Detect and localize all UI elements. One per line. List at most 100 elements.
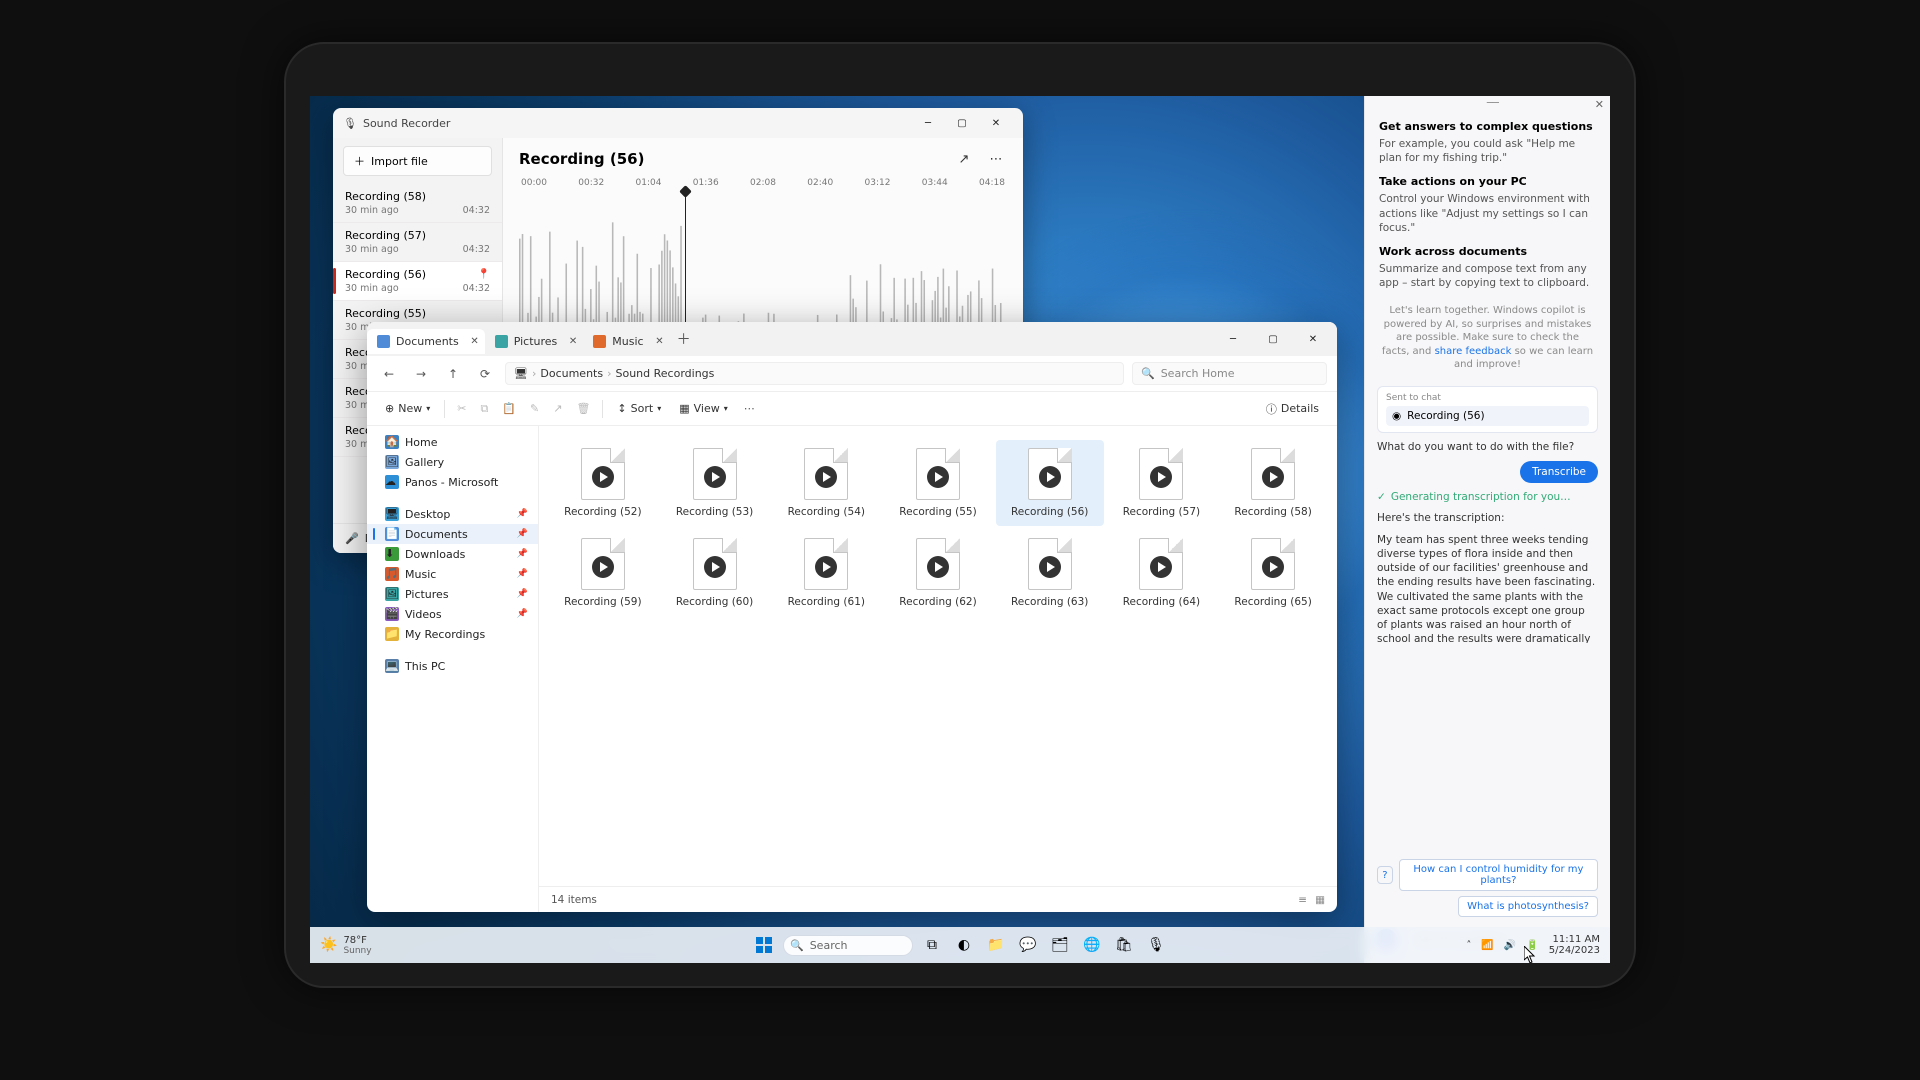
import-file-button[interactable]: ＋ Import file [343, 146, 492, 176]
maximize-button[interactable]: ▢ [945, 110, 979, 136]
clock[interactable]: 11:11 AM 5/24/2023 [1549, 934, 1600, 956]
explorer-tab[interactable]: Pictures✕ [485, 329, 584, 354]
more-button[interactable]: ⋯ [985, 148, 1007, 170]
file-item[interactable]: Recording (58) [1219, 440, 1327, 526]
file-item[interactable]: Recording (64) [1108, 530, 1216, 616]
explorer-minimize-button[interactable]: ─ [1213, 324, 1253, 354]
file-item[interactable]: Recording (61) [772, 530, 880, 616]
sound-recorder-titlebar[interactable]: 🎙 Sound Recorder ─ ▢ ✕ [333, 108, 1023, 138]
tray-chevron-icon[interactable]: ˄ [1466, 940, 1471, 951]
recording-item[interactable]: Recording (58) 30 min ago04:32 [333, 184, 502, 223]
explorer-nav-pane: 🏠Home 🖼Gallery ☁Panos - Microsoft 🖥Deskt… [367, 426, 539, 912]
tab-close-icon[interactable]: ✕ [569, 336, 577, 347]
taskbar-search[interactable]: 🔍 Search [783, 935, 913, 956]
cut-button[interactable]: ✂ [451, 398, 472, 419]
volume-icon[interactable]: 🔊 [1504, 940, 1516, 951]
explorer-taskbar-button[interactable]: 📁 [983, 932, 1009, 958]
sound-recorder-taskbar-button[interactable]: 🎙 [1143, 932, 1169, 958]
nav-home[interactable]: 🏠Home [367, 432, 538, 452]
nav-downloads[interactable]: ⬇Downloads📌 [367, 544, 538, 564]
play-icon [927, 466, 949, 488]
breadcrumb[interactable]: 🖥 › Documents › Sound Recordings [505, 362, 1124, 385]
user-response-button[interactable]: Transcribe [1520, 461, 1598, 483]
crumb-documents[interactable]: Documents [540, 367, 603, 380]
file-item[interactable]: Recording (63) [996, 530, 1104, 616]
explorer-maximize-button[interactable]: ▢ [1253, 324, 1293, 354]
file-item[interactable]: Recording (52) [549, 440, 657, 526]
new-button[interactable]: ⊕New▾ [377, 398, 438, 419]
files-taskbar-button[interactable]: 🗂 [1047, 932, 1073, 958]
timeline-ticks: 00:0000:3201:0401:3602:0802:4003:1203:44… [519, 178, 1007, 188]
copilot-close-button[interactable]: ✕ [1595, 98, 1604, 111]
file-item[interactable]: Recording (53) [661, 440, 769, 526]
play-icon [592, 556, 614, 578]
generation-status: ✓ Generating transcription for you… [1377, 491, 1598, 503]
copilot-minimize-icon[interactable]: ── [1487, 98, 1499, 109]
minimize-button[interactable]: ─ [911, 110, 945, 136]
copilot-taskbar-button[interactable]: ◐ [951, 932, 977, 958]
up-button[interactable]: ↑ [441, 362, 465, 386]
share-button[interactable]: ↗ [953, 148, 975, 170]
suggestion-photosynthesis[interactable]: What is photosynthesis? [1458, 896, 1598, 917]
new-tab-button[interactable]: ＋ [670, 329, 698, 349]
teams-taskbar-button[interactable]: 💬 [1015, 932, 1041, 958]
nav-desktop[interactable]: 🖥Desktop📌 [367, 504, 538, 524]
file-item[interactable]: Recording (55) [884, 440, 992, 526]
file-item[interactable]: Recording (65) [1219, 530, 1327, 616]
nav-videos[interactable]: 🎬Videos📌 [367, 604, 538, 624]
delete-button[interactable]: 🗑 [570, 398, 596, 419]
forward-button[interactable]: → [409, 362, 433, 386]
rename-button[interactable]: ✎ [524, 398, 545, 419]
file-thumbnail [1028, 538, 1072, 590]
refresh-button[interactable]: ⟳ [473, 362, 497, 386]
audio-file-icon: ◉ [1392, 410, 1401, 422]
weather-widget[interactable]: ☀️ 78°F Sunny [320, 935, 372, 956]
back-button[interactable]: ← [377, 362, 401, 386]
nav-pictures[interactable]: 🖼Pictures📌 [367, 584, 538, 604]
share-button-fe[interactable]: ↗ [547, 398, 568, 419]
battery-icon[interactable]: 🔋 [1526, 940, 1538, 951]
start-button[interactable] [751, 932, 777, 958]
tab-close-icon[interactable]: ✕ [655, 336, 663, 347]
paste-button[interactable]: 📋 [496, 398, 522, 419]
taskview-button[interactable]: ⧉ [919, 932, 945, 958]
file-item[interactable]: Recording (57) [1108, 440, 1216, 526]
explorer-tab[interactable]: Documents✕ [367, 329, 485, 354]
details-button[interactable]: ⓘDetails [1258, 397, 1327, 421]
explorer-search[interactable]: 🔍 Search Home [1132, 362, 1327, 385]
file-item[interactable]: Recording (54) [772, 440, 880, 526]
list-view-toggle[interactable]: ≡ [1298, 894, 1307, 906]
suggestion-humidity[interactable]: How can I control humidity for my plants… [1399, 859, 1598, 891]
store-taskbar-button[interactable]: 🛍 [1111, 932, 1137, 958]
file-item[interactable]: Recording (59) [549, 530, 657, 616]
explorer-close-button[interactable]: ✕ [1293, 324, 1333, 354]
nav-documents[interactable]: 📄Documents📌 [367, 524, 538, 544]
taskbar: ☀️ 78°F Sunny 🔍 Search ⧉ ◐ 📁 💬 🗂 🌐 🛍 🎙 [310, 927, 1610, 963]
nav-this-pc[interactable]: 💻This PC [367, 656, 538, 676]
view-button[interactable]: ▦View▾ [671, 398, 736, 419]
nav-music[interactable]: 🎵Music📌 [367, 564, 538, 584]
file-thumbnail [1139, 448, 1183, 500]
tab-close-icon[interactable]: ✕ [470, 336, 478, 347]
file-chip[interactable]: ◉ Recording (56) [1386, 406, 1589, 426]
file-item[interactable]: Recording (62) [884, 530, 992, 616]
grid-view-toggle[interactable]: ▦ [1315, 894, 1325, 906]
more-cmd-button[interactable]: ⋯ [738, 398, 761, 419]
chip-filename: Recording (56) [1407, 410, 1484, 422]
edge-taskbar-button[interactable]: 🌐 [1079, 932, 1105, 958]
file-name: Recording (57) [1123, 506, 1200, 518]
nav-onedrive[interactable]: ☁Panos - Microsoft [367, 472, 538, 492]
wifi-icon[interactable]: 📶 [1481, 940, 1493, 951]
explorer-tab[interactable]: Music✕ [583, 329, 669, 354]
share-feedback-link[interactable]: share feedback [1435, 346, 1512, 357]
recording-item[interactable]: Recording (56)📍 30 min ago04:32 [333, 262, 502, 301]
nav-my-recordings[interactable]: 📁My Recordings [367, 624, 538, 644]
sort-button[interactable]: ↕Sort▾ [609, 398, 669, 419]
crumb-sound-recordings[interactable]: Sound Recordings [616, 367, 715, 380]
copy-button[interactable]: ⧉ [474, 398, 494, 420]
file-item[interactable]: Recording (56) [996, 440, 1104, 526]
nav-gallery[interactable]: 🖼Gallery [367, 452, 538, 472]
recording-item[interactable]: Recording (57) 30 min ago04:32 [333, 223, 502, 262]
close-button[interactable]: ✕ [979, 110, 1013, 136]
file-item[interactable]: Recording (60) [661, 530, 769, 616]
